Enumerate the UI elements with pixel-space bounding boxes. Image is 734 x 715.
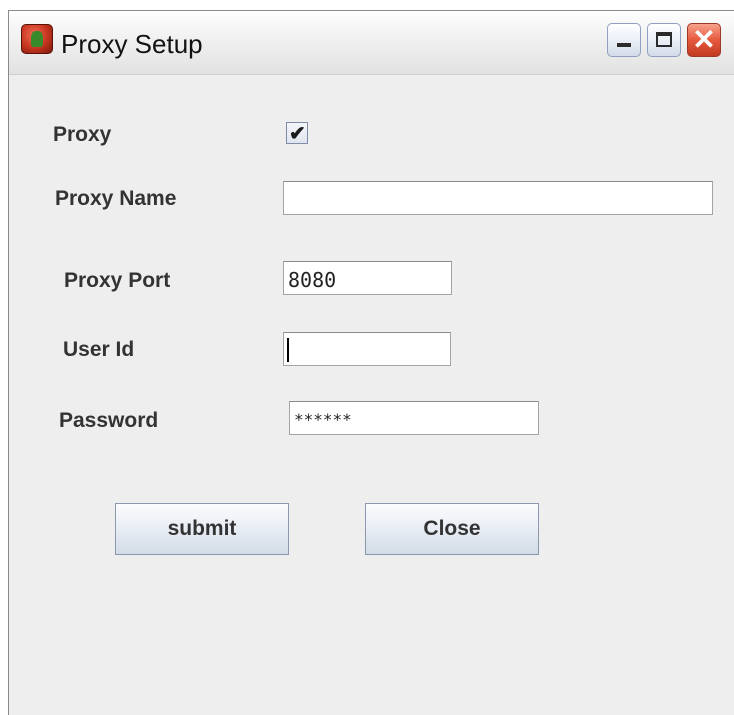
maximize-icon [656,32,672,47]
proxy-port-input[interactable]: 8080 [283,261,452,295]
submit-button[interactable]: submit [115,503,289,555]
password-label: Password [59,409,159,432]
user-id-label: User Id [63,338,135,361]
close-window-button[interactable]: ✕ [687,23,721,57]
text-caret [287,338,289,362]
proxy-setup-window: Proxy Setup ✕ Proxy ✔ Proxy Name Proxy P… [8,10,734,715]
minimize-icon [617,43,631,47]
proxy-name-label: Proxy Name [55,187,177,210]
maximize-button[interactable] [647,23,681,57]
proxy-checkbox[interactable]: ✔ [286,122,308,145]
proxy-name-input[interactable] [283,181,713,215]
checkmark-icon: ✔ [289,123,306,145]
app-icon [21,24,53,54]
title-bar[interactable]: Proxy Setup ✕ [9,11,734,75]
window-title: Proxy Setup [61,29,203,59]
password-input[interactable]: ****** [289,401,539,435]
minimize-button[interactable] [607,23,641,57]
proxy-port-label: Proxy Port [64,269,171,292]
proxy-label: Proxy [53,123,112,146]
close-icon: ✕ [692,24,716,55]
user-id-input[interactable] [283,332,451,366]
close-button[interactable]: Close [365,503,539,555]
